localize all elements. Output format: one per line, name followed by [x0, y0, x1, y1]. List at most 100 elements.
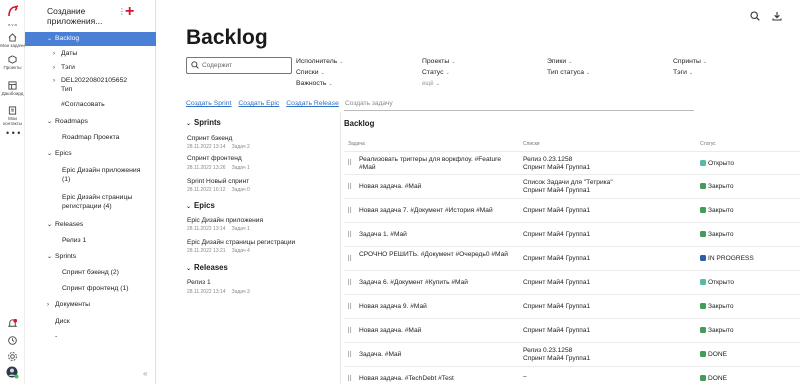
drag-handle-icon[interactable]: ⠿ — [347, 303, 352, 311]
rail-contacts[interactable]: Мои контакты — [0, 106, 25, 126]
table-row[interactable]: ⠿ Новая задача. #TechDebt #Test – DONE — [344, 367, 800, 384]
epics-section-header[interactable]: ⌄ Epics — [186, 201, 215, 210]
filter-assignee[interactable]: Исполнитель ⌄ — [296, 58, 343, 65]
more-icon[interactable]: • • • — [6, 128, 20, 138]
filter-label: Статус — [422, 69, 444, 76]
drag-handle-icon[interactable]: ⠿ — [347, 159, 352, 167]
status-badge[interactable]: Закрыто — [700, 231, 734, 238]
notifications-icon[interactable] — [7, 316, 18, 334]
table-row[interactable]: ⠿ Новая задача 7. #Документ #История #Ма… — [344, 199, 800, 223]
item-date: 28.11.2022 16:12 — [187, 187, 226, 193]
drag-handle-icon[interactable]: ⠿ — [347, 375, 352, 383]
filter-epics[interactable]: Эпики ⌄ — [547, 58, 572, 65]
status-dot — [700, 303, 706, 309]
rail-projects[interactable]: Проекты — [0, 55, 25, 70]
task-title[interactable]: Задача 6. #Документ #Купить #Май — [359, 279, 509, 287]
create-release-link[interactable]: Создать Release — [286, 100, 339, 107]
sprints-section-header[interactable]: ⌄ Sprints — [186, 118, 221, 127]
sidebar-item-label: Диск — [55, 318, 70, 325]
status-badge[interactable]: Закрыто — [700, 207, 734, 214]
dashboard-icon — [8, 81, 17, 90]
release-item[interactable]: Релиз 1 — [187, 279, 211, 286]
create-epic-link[interactable]: Создать Epic — [238, 100, 279, 107]
sidebar-item-epic-app[interactable]: Epic Дизайн приложения (1) — [62, 166, 144, 184]
chevron-down-icon: ⌄ — [435, 81, 440, 87]
column-header-status[interactable]: Статус — [700, 141, 716, 147]
add-icon[interactable]: + — [125, 3, 134, 21]
filter-status[interactable]: Статус ⌄ — [422, 69, 450, 76]
eva-logo[interactable]: eva — [4, 4, 22, 27]
releases-section-header[interactable]: ⌄ Releases — [186, 263, 228, 272]
task-title[interactable]: Новая задача. #Май — [359, 183, 509, 191]
rail-label: Мои задачи — [0, 43, 25, 48]
settings-icon[interactable] — [7, 349, 18, 367]
drag-handle-icon[interactable]: ⠿ — [347, 231, 352, 239]
create-task-input[interactable]: Создать задачу — [344, 98, 694, 111]
drag-handle-icon[interactable]: ⠿ — [347, 207, 352, 215]
table-row[interactable]: ⠿ Реализовать триггеры для воркфлоу. #Fe… — [344, 151, 800, 175]
table-row[interactable]: ⠿ Задача 6. #Документ #Купить #Май Сприн… — [344, 271, 800, 295]
status-badge[interactable]: Закрыто — [700, 183, 734, 190]
sprint-item[interactable]: Sprint Новый спринт — [187, 178, 249, 185]
sidebar-item-epic-reg[interactable]: Epic Дизайн страницы регистрации (4) — [62, 193, 146, 211]
home-icon — [8, 33, 17, 42]
search-input[interactable]: Содержит — [186, 57, 292, 74]
chevron-down-icon: ⌄ — [328, 81, 333, 87]
filter-sprints[interactable]: Спринты ⌄ — [673, 58, 707, 65]
avatar[interactable] — [6, 366, 19, 384]
filter-lists[interactable]: Списки ⌄ — [296, 69, 325, 76]
task-title[interactable]: Новая задача. #Май — [359, 327, 509, 335]
status-label: Открыто — [708, 160, 735, 167]
filter-tags[interactable]: Тэги ⌄ — [673, 69, 693, 76]
sidebar-item-backlog[interactable]: ⌄ Backlog — [25, 32, 156, 46]
task-title[interactable]: Задача 1. #Май — [359, 231, 509, 239]
status-badge[interactable]: Закрыто — [700, 303, 734, 310]
collapse-sidebar-icon[interactable]: « — [143, 369, 147, 378]
table-row[interactable]: ⠿ Новая задача 9. #Май Спринт Май4 Групп… — [344, 295, 800, 319]
sprint-item[interactable]: Спринт фронтенд — [187, 155, 242, 162]
table-row[interactable]: ⠿ Задача 1. #Май Спринт Май4 Группа1 Зак… — [344, 223, 800, 247]
drag-handle-icon[interactable]: ⠿ — [347, 183, 352, 191]
task-title[interactable]: СРОЧНО РЕШИТЬ. #Документ #Очередь0 #Май — [359, 251, 509, 259]
search-icon[interactable] — [749, 8, 760, 26]
drag-handle-icon[interactable]: ⠿ — [347, 351, 352, 359]
column-header-task[interactable]: Задача — [348, 141, 365, 147]
epic-item[interactable]: Epic Дизайн приложения — [187, 217, 263, 224]
status-label: Закрыто — [708, 327, 734, 334]
table-row[interactable]: ⠿ Задача. #Май Релиз 0.23.1258 Спринт Ма… — [344, 343, 800, 367]
rail-dashboard[interactable]: Дашбоард — [0, 81, 25, 96]
task-title[interactable]: Новая задача 9. #Май — [359, 303, 509, 311]
create-sprint-link[interactable]: Создать Sprint — [186, 100, 231, 107]
task-title[interactable]: Задача. #Май — [359, 351, 509, 359]
filter-more[interactable]: ещё ⌄ — [422, 81, 440, 87]
filter-projects[interactable]: Проекты ⌄ — [422, 58, 455, 65]
filter-priority[interactable]: Важность ⌄ — [296, 80, 333, 87]
drag-handle-icon[interactable]: ⠿ — [347, 327, 352, 335]
status-badge[interactable]: Закрыто — [700, 327, 734, 334]
sidebar-item-label: Документы — [55, 301, 91, 308]
table-row[interactable]: ⠿ Новая задача. #Май Список Задачи для "… — [344, 175, 800, 199]
task-title[interactable]: Новая задача. #TechDebt #Test — [359, 375, 509, 383]
status-badge[interactable]: DONE — [700, 351, 727, 358]
sprint-meta: 28.11.2022 13:14 Задач 2 — [187, 144, 256, 150]
task-title[interactable]: Новая задача 7. #Документ #История #Май — [359, 207, 509, 215]
sidebar-item-label: Roadmap Проекта — [62, 134, 120, 141]
table-row[interactable]: ⠿ Новая задача. #Май Спринт Май4 Группа1… — [344, 319, 800, 343]
project-title[interactable]: Создание приложения... — [47, 6, 127, 26]
status-badge[interactable]: Открыто — [700, 160, 734, 167]
column-header-lists[interactable]: Списки — [523, 141, 540, 147]
filter-status-type[interactable]: Тип статуса ⌄ — [547, 69, 590, 76]
epic-item[interactable]: Epic Дизайн страницы регистрации — [187, 239, 295, 246]
drag-handle-icon[interactable]: ⠿ — [347, 279, 352, 287]
sidebar-item-label: Epics — [55, 150, 72, 157]
status-badge[interactable]: IN PROGRESS — [700, 255, 754, 262]
sidebar-item-label: Epic Дизайн приложения (1) — [62, 167, 141, 183]
rail-my-tasks[interactable]: Мои задачи — [0, 33, 25, 48]
sprint-item[interactable]: Спринт бэкенд — [187, 135, 232, 142]
status-badge[interactable]: DONE — [700, 375, 727, 382]
status-badge[interactable]: Открыто — [700, 279, 734, 286]
task-title[interactable]: Реализовать триггеры для воркфлоу. #Feat… — [359, 156, 509, 172]
download-icon[interactable] — [772, 8, 782, 26]
drag-handle-icon[interactable]: ⠿ — [347, 255, 352, 263]
table-row[interactable]: ⠿ СРОЧНО РЕШИТЬ. #Документ #Очередь0 #Ма… — [344, 247, 800, 271]
